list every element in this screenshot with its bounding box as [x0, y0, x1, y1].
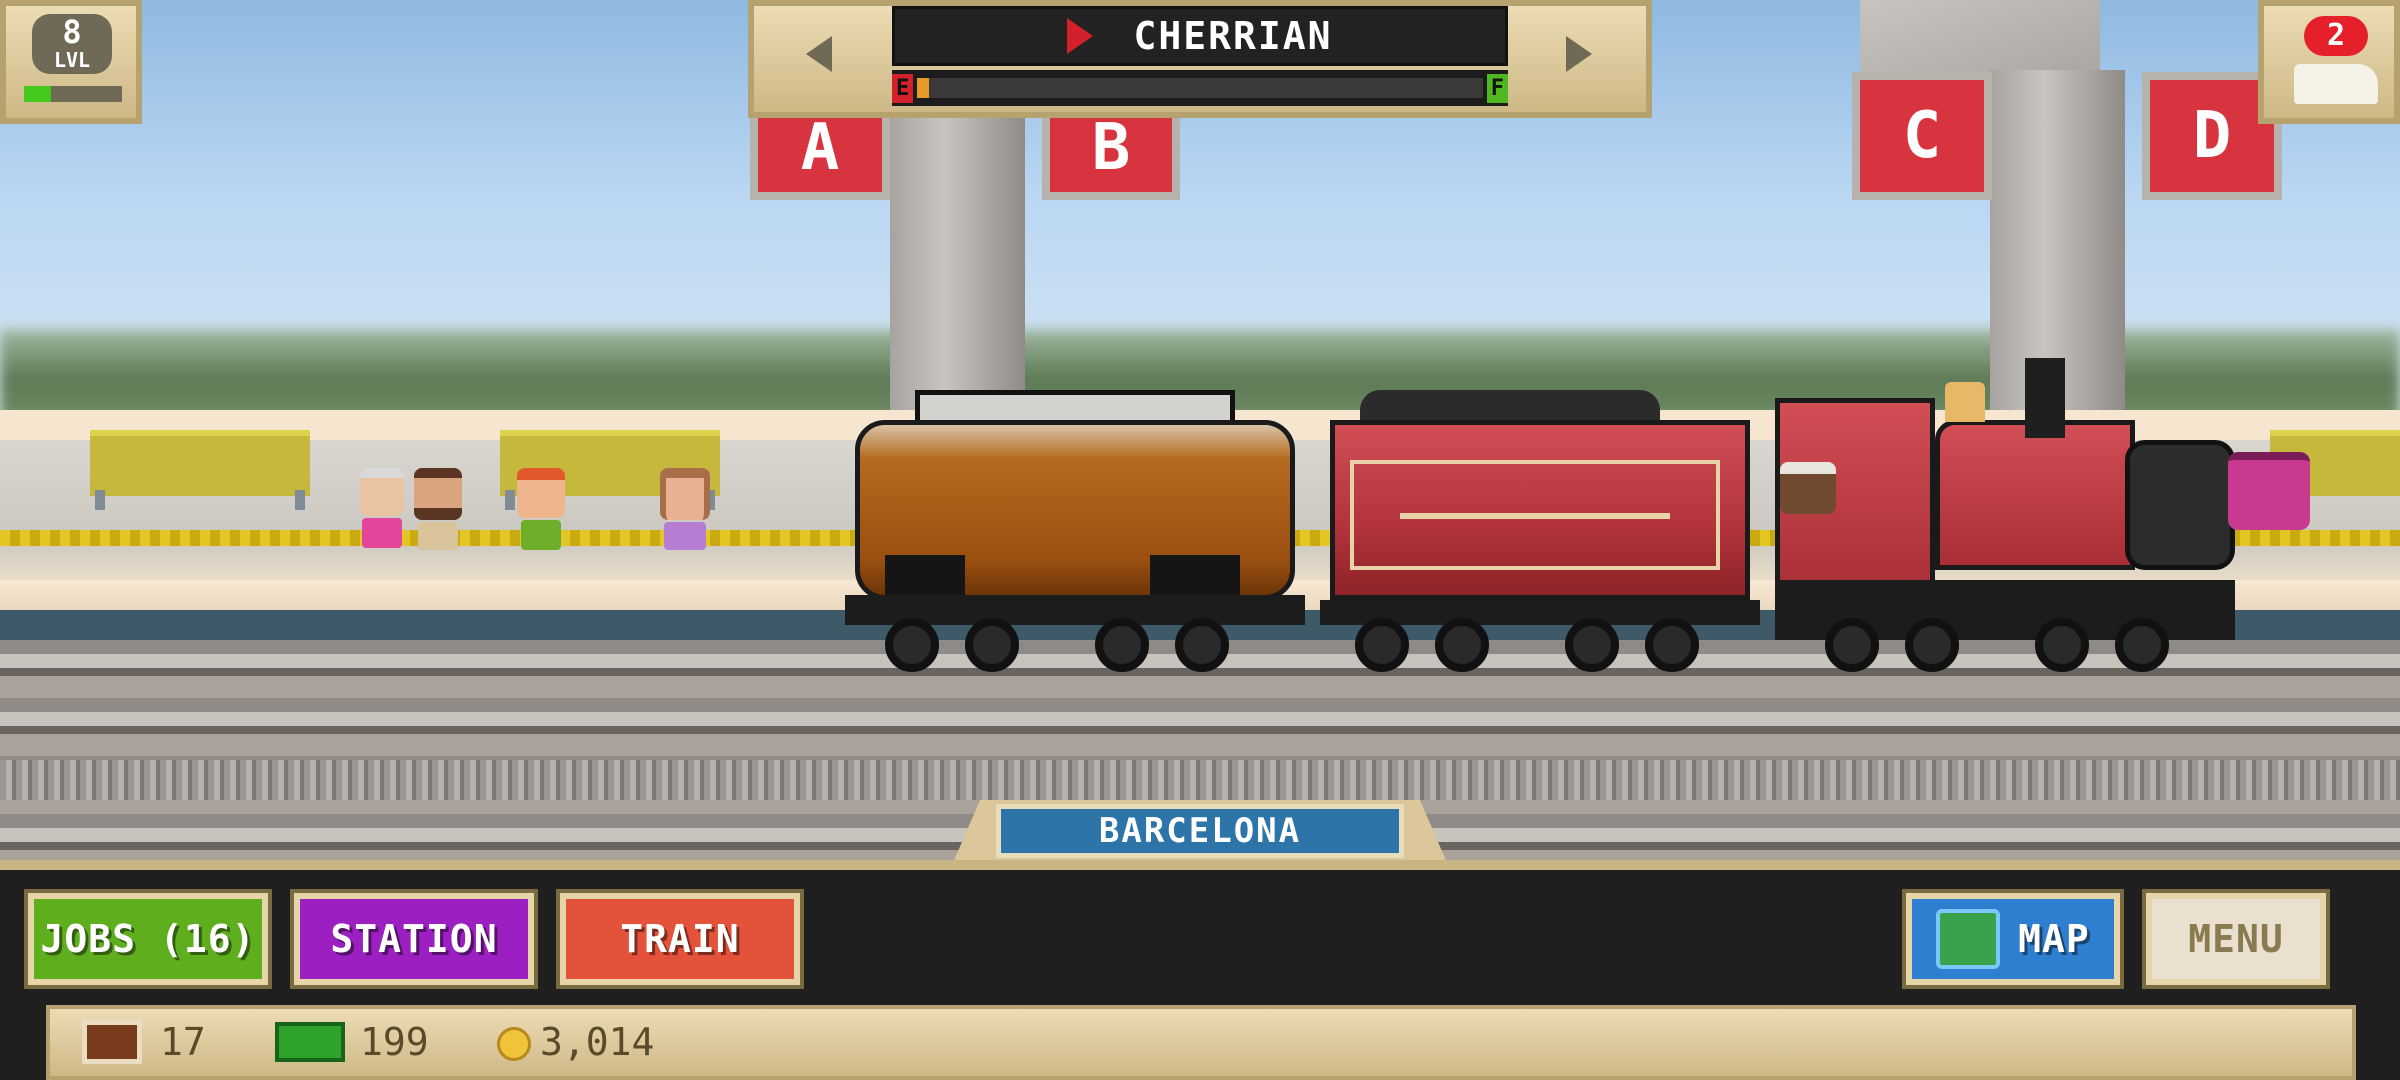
menu-button[interactable]: MENU [2142, 889, 2330, 989]
jobs-button[interactable]: JOBS (16) [24, 889, 272, 989]
trains-badge[interactable]: 2 [2258, 0, 2400, 124]
coins-count: 3,014 [540, 1020, 655, 1064]
train[interactable] [845, 358, 2235, 690]
wheel [1095, 618, 1149, 672]
level-value: 8 [62, 13, 82, 51]
cash-icon [275, 1022, 345, 1062]
wheel [1905, 618, 1959, 672]
level-badge[interactable]: 8 LVL [0, 0, 142, 124]
passenger[interactable] [412, 468, 466, 558]
map-button[interactable]: MAP [1902, 889, 2124, 989]
bench-leg [505, 490, 515, 510]
wheel [2115, 618, 2169, 672]
jobs-button-label: JOBS (16) [40, 917, 256, 961]
train-name: CHERRIAN [1133, 14, 1333, 58]
wheel [2035, 618, 2089, 672]
notification-count-badge: 2 [2304, 16, 2368, 56]
fuel-full-label: F [1486, 73, 1508, 103]
bench-leg [95, 490, 105, 510]
coin-icon [497, 1027, 531, 1061]
wheel [1825, 618, 1879, 672]
prev-train-button[interactable] [760, 6, 878, 102]
locomotive[interactable] [1775, 358, 2235, 660]
coal-tender[interactable] [1330, 390, 1750, 600]
level-value-shield: 8 LVL [32, 14, 112, 74]
ticket-icon [82, 1020, 142, 1064]
train-chevron-icon [1067, 18, 1094, 54]
train-button-label: TRAIN [620, 917, 740, 961]
level-label: LVL [53, 48, 91, 72]
station-name-panel[interactable]: BARCELONA [996, 804, 1404, 858]
arrow-left-icon [806, 36, 832, 72]
fuel-fill [917, 78, 929, 98]
station-name: BARCELONA [1098, 811, 1302, 851]
tank-car[interactable] [855, 390, 1295, 600]
notification-count: 2 [2326, 18, 2346, 53]
station-button[interactable]: STATION [290, 889, 538, 989]
tickets-count: 17 [160, 1020, 206, 1064]
passenger[interactable] [658, 468, 712, 558]
xp-bar [24, 86, 122, 102]
fuel-track [917, 78, 1483, 98]
station-button-label: STATION [330, 917, 498, 961]
wheel [1565, 618, 1619, 672]
wheel [965, 618, 1019, 672]
wheel [1355, 618, 1409, 672]
train-icon [2294, 64, 2378, 104]
track-gravel [0, 760, 2400, 800]
menu-button-label: MENU [2188, 917, 2284, 961]
luggage[interactable] [2228, 452, 2310, 530]
bench [90, 430, 310, 496]
train-driver [1780, 462, 1836, 522]
fuel-gauge: E F [892, 70, 1508, 106]
fuel-empty-label: E [892, 73, 914, 103]
passenger[interactable] [515, 468, 569, 558]
wheel [1645, 618, 1699, 672]
xp-bar-fill [24, 86, 52, 102]
map-button-label: MAP [2018, 917, 2090, 961]
wheel [1175, 618, 1229, 672]
arrow-right-icon [1566, 36, 1592, 72]
cash-count: 199 [360, 1020, 429, 1064]
wheel [885, 618, 939, 672]
passenger[interactable] [358, 468, 408, 558]
wheel [1435, 618, 1489, 672]
bench-leg [295, 490, 305, 510]
platform-sign-c: C [1852, 72, 1992, 200]
train-name-panel[interactable]: CHERRIAN [892, 6, 1508, 66]
train-button[interactable]: TRAIN [556, 889, 804, 989]
map-icon [1936, 909, 2001, 969]
next-train-button[interactable] [1520, 6, 1638, 102]
pillar-right-arch [1860, 0, 2100, 80]
